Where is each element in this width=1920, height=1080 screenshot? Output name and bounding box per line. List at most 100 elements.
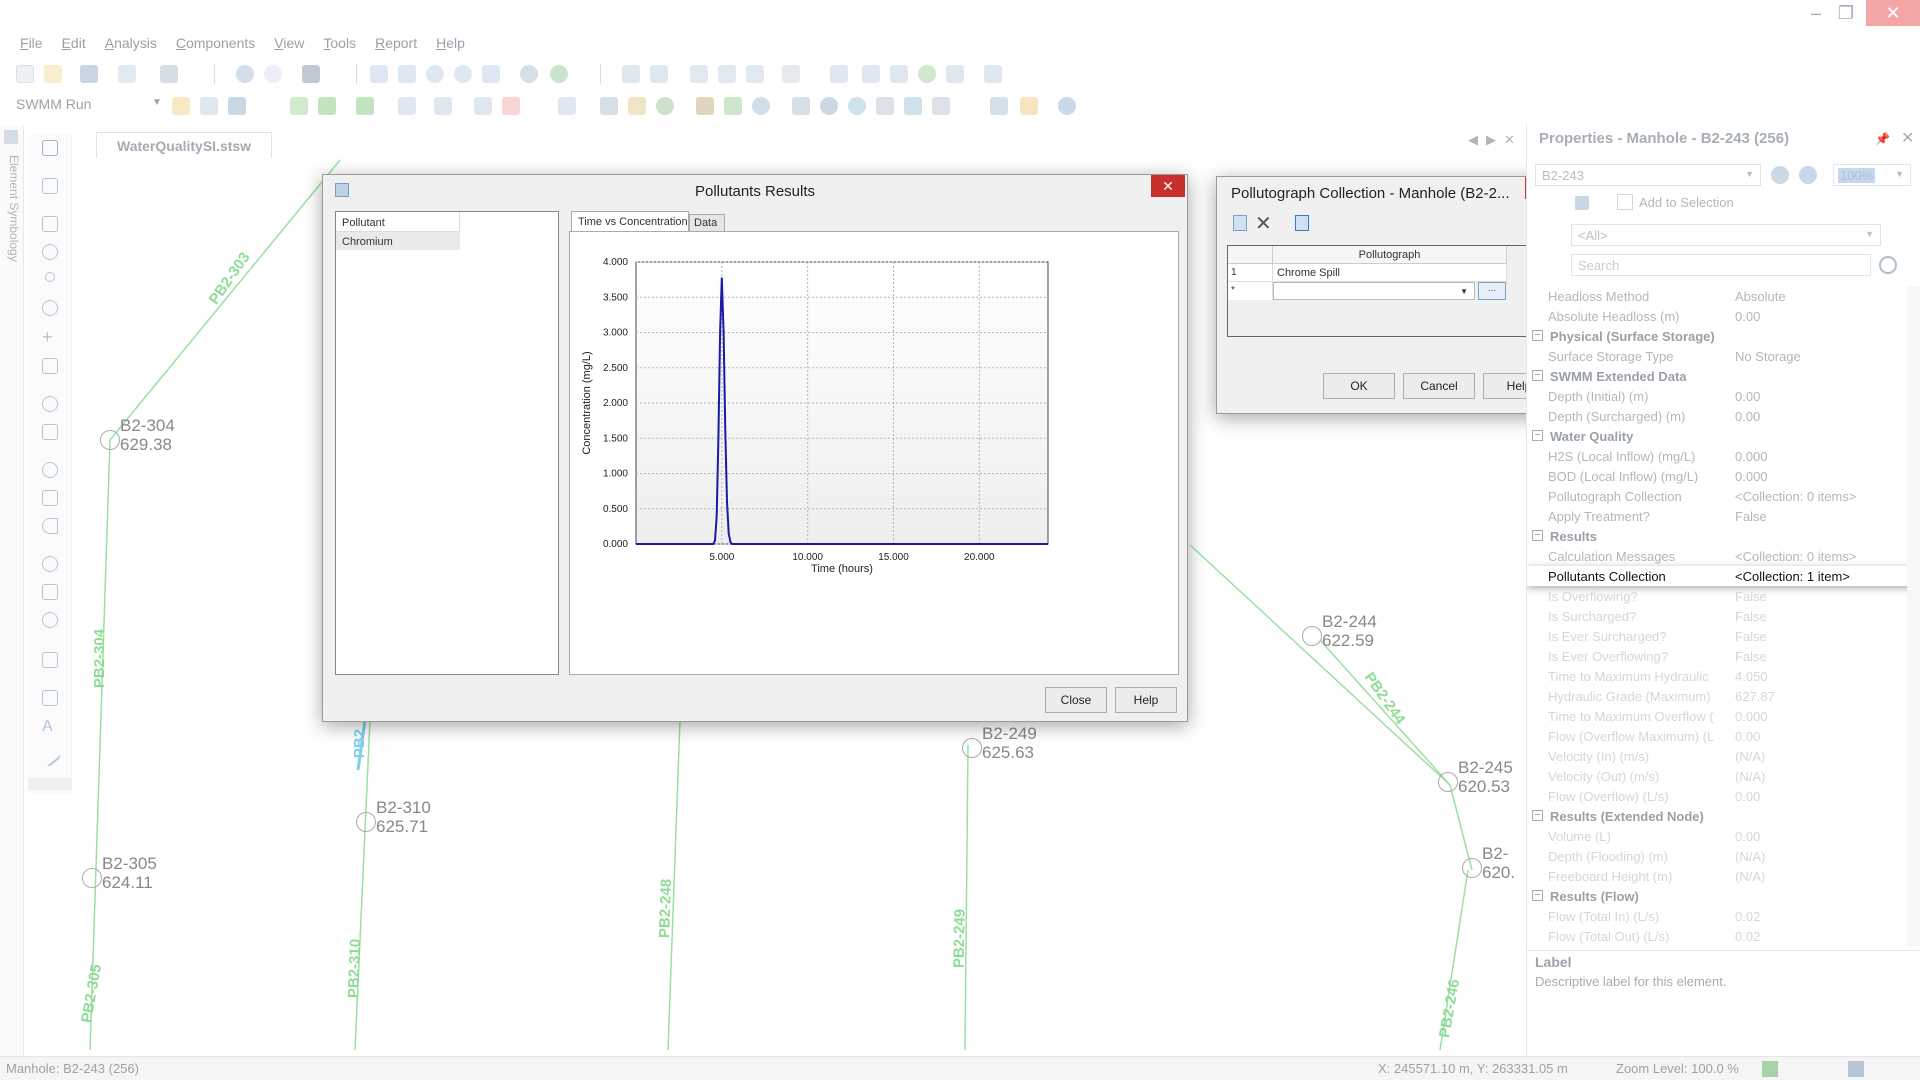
property-name: Depth (Surcharged) (m): [1548, 409, 1686, 424]
property-row[interactable]: Time to Maximum Overflow (0.000: [1527, 706, 1920, 726]
property-row[interactable]: Absolute Headloss (m) 0.00: [1527, 306, 1920, 326]
pollutograph-collection-dialog: Pollutograph Collection - Manhole (B2-2.…: [1216, 176, 1562, 414]
node-label: B2-249 625.63: [982, 724, 1037, 762]
property-row[interactable]: Freeboard Height (m) (N/A): [1527, 866, 1920, 886]
close-button[interactable]: Close: [1045, 687, 1107, 713]
tab-data[interactable]: Data: [689, 214, 725, 231]
element-selector[interactable]: B2-243 ▼: [1535, 164, 1761, 186]
add-to-selection-checkbox[interactable]: [1617, 194, 1633, 210]
property-name: Is Ever Overflowing?: [1548, 649, 1668, 664]
property-category[interactable]: − Results: [1527, 526, 1920, 546]
manhole-node[interactable]: [962, 738, 982, 758]
close-icon[interactable]: ✕: [1151, 175, 1185, 197]
manhole-node[interactable]: [1302, 626, 1322, 646]
manhole-node[interactable]: [1462, 858, 1482, 878]
delete-row-icon[interactable]: ✕: [1255, 211, 1272, 236]
property-category[interactable]: − SWMM Extended Data: [1527, 366, 1920, 386]
property-row[interactable]: H2S (Local Inflow) (mg/L) 0.000: [1527, 446, 1920, 466]
status-bar: Manhole: B2-243 (256) X: 245571.10 m, Y:…: [0, 1056, 1920, 1080]
results-tabs: Time vs Concentration Data 0.000 0.500 1.0…: [569, 211, 1179, 675]
property-value: 627.87: [1735, 689, 1775, 704]
property-name: Is Surcharged?: [1548, 609, 1637, 624]
collapse-icon[interactable]: −: [1532, 530, 1543, 541]
table-cell[interactable]: Chrome Spill: [1273, 264, 1507, 282]
property-row[interactable]: Pollutograph Collection <Collection: 0 it…: [1527, 486, 1920, 506]
property-value: (N/A): [1735, 769, 1766, 784]
run-status-icon[interactable]: [1762, 1061, 1778, 1077]
property-row[interactable]: Flow (Total In) (L/s) 0.02: [1527, 906, 1920, 926]
pollutant-list: Pollutant Chromium: [335, 211, 559, 675]
property-row[interactable]: Surface Storage Type No Storage: [1527, 346, 1920, 366]
save-status-icon[interactable]: [1848, 1061, 1864, 1077]
manhole-node[interactable]: [356, 812, 376, 832]
properties-title: Properties - Manhole - B2-243 (256): [1539, 130, 1790, 147]
property-row[interactable]: Calculation Messages <Collection: 0 items…: [1527, 546, 1920, 566]
status-coordinates: X: 245571.10 m, Y: 263331.05 m: [1378, 1061, 1568, 1076]
window-close-icon[interactable]: ✕: [1866, 0, 1920, 26]
search-icon[interactable]: [1879, 256, 1897, 274]
help-button[interactable]: Help: [1115, 687, 1177, 713]
pin-icon[interactable]: 📌: [1875, 132, 1890, 146]
filter-icon[interactable]: [1575, 196, 1589, 210]
property-row[interactable]: Is Overflowing? False: [1527, 586, 1920, 606]
property-row[interactable]: Is Ever Surcharged? False: [1527, 626, 1920, 646]
property-scrollbar[interactable]: [1907, 286, 1920, 946]
cancel-button[interactable]: Cancel: [1403, 373, 1475, 399]
property-row[interactable]: Velocity (In) (m/s) (N/A): [1527, 746, 1920, 766]
ok-button[interactable]: OK: [1323, 373, 1395, 399]
zoom-select[interactable]: 100% ▼: [1833, 164, 1911, 186]
property-row[interactable]: Hydraulic Grade (Maximum) 627.87: [1527, 686, 1920, 706]
property-row[interactable]: Headloss Method Absolute: [1527, 286, 1920, 306]
property-row[interactable]: Is Ever Overflowing? False: [1527, 646, 1920, 666]
property-value: <Collection: 0 items>: [1735, 549, 1857, 564]
category-filter[interactable]: <All> ▼: [1571, 224, 1881, 246]
pollutograph-select[interactable]: ▼: [1273, 282, 1475, 300]
collapse-icon[interactable]: −: [1532, 430, 1543, 441]
manhole-node[interactable]: [100, 430, 120, 450]
help-icon[interactable]: [1799, 166, 1817, 184]
new-row-icon[interactable]: [1233, 215, 1247, 231]
property-value: False: [1735, 509, 1767, 524]
property-value: False: [1735, 649, 1767, 664]
tab-time-vs-concentration[interactable]: Time vs Concentration: [571, 211, 689, 231]
property-row[interactable]: Is Surcharged? False: [1527, 606, 1920, 626]
property-row[interactable]: Flow (Overflow) (L/s) 0.00: [1527, 786, 1920, 806]
property-row[interactable]: Depth (Flooding) (m) (N/A): [1527, 846, 1920, 866]
property-row[interactable]: Apply Treatment? False: [1527, 506, 1920, 526]
property-row[interactable]: BOD (Local Inflow) (mg/L) 0.000: [1527, 466, 1920, 486]
collapse-icon[interactable]: −: [1532, 810, 1543, 821]
property-category[interactable]: − Water Quality: [1527, 426, 1920, 446]
property-row[interactable]: Flow (Total Out) (L/s) 0.02: [1527, 926, 1920, 946]
property-name: Depth (Initial) (m): [1548, 389, 1649, 404]
property-row[interactable]: Velocity (Out) (m/s) (N/A): [1527, 766, 1920, 786]
y-tick-label: 2.500: [603, 363, 628, 374]
property-category[interactable]: − Results (Flow): [1527, 886, 1920, 906]
collapse-icon[interactable]: −: [1532, 890, 1543, 901]
property-row[interactable]: Time to Maximum Hydraulic 4.050: [1527, 666, 1920, 686]
collapse-icon[interactable]: −: [1532, 370, 1543, 381]
property-row[interactable]: Pollutants Collection <Collection: 1 item…: [1527, 566, 1920, 586]
property-row[interactable]: Depth (Surcharged) (m) 0.00: [1527, 406, 1920, 426]
property-row[interactable]: Flow (Overflow Maximum) (L 0.00: [1527, 726, 1920, 746]
dialog-title: Pollutants Results: [694, 183, 816, 200]
property-category[interactable]: − Results (Extended Node): [1527, 806, 1920, 826]
restore-icon[interactable]: ❐: [1822, 0, 1870, 26]
list-item[interactable]: Chromium: [336, 232, 460, 250]
close-icon[interactable]: ✕: [1901, 128, 1914, 148]
property-row[interactable]: Depth (Initial) (m) 0.00: [1527, 386, 1920, 406]
node-hgl: 629.38: [120, 435, 172, 454]
node-id: B2-249: [982, 724, 1037, 743]
pipe-label: PB2-249: [950, 908, 969, 969]
browse-button[interactable]: ...: [1478, 282, 1506, 300]
search-input[interactable]: Search: [1571, 254, 1871, 276]
dialog-titlebar[interactable]: Pollutants Results: [323, 175, 1187, 205]
collapse-icon[interactable]: −: [1532, 330, 1543, 341]
property-name: Pollutograph Collection: [1548, 489, 1682, 504]
properties-icon[interactable]: [1295, 215, 1309, 231]
zoom-to-icon[interactable]: [1771, 166, 1789, 184]
manhole-node[interactable]: [1438, 772, 1458, 792]
manhole-node[interactable]: [82, 868, 102, 888]
dialog-titlebar[interactable]: Pollutograph Collection - Manhole (B2-2.…: [1217, 177, 1561, 207]
property-row[interactable]: Volume (L) 0.00: [1527, 826, 1920, 846]
property-category[interactable]: − Physical (Surface Storage): [1527, 326, 1920, 346]
